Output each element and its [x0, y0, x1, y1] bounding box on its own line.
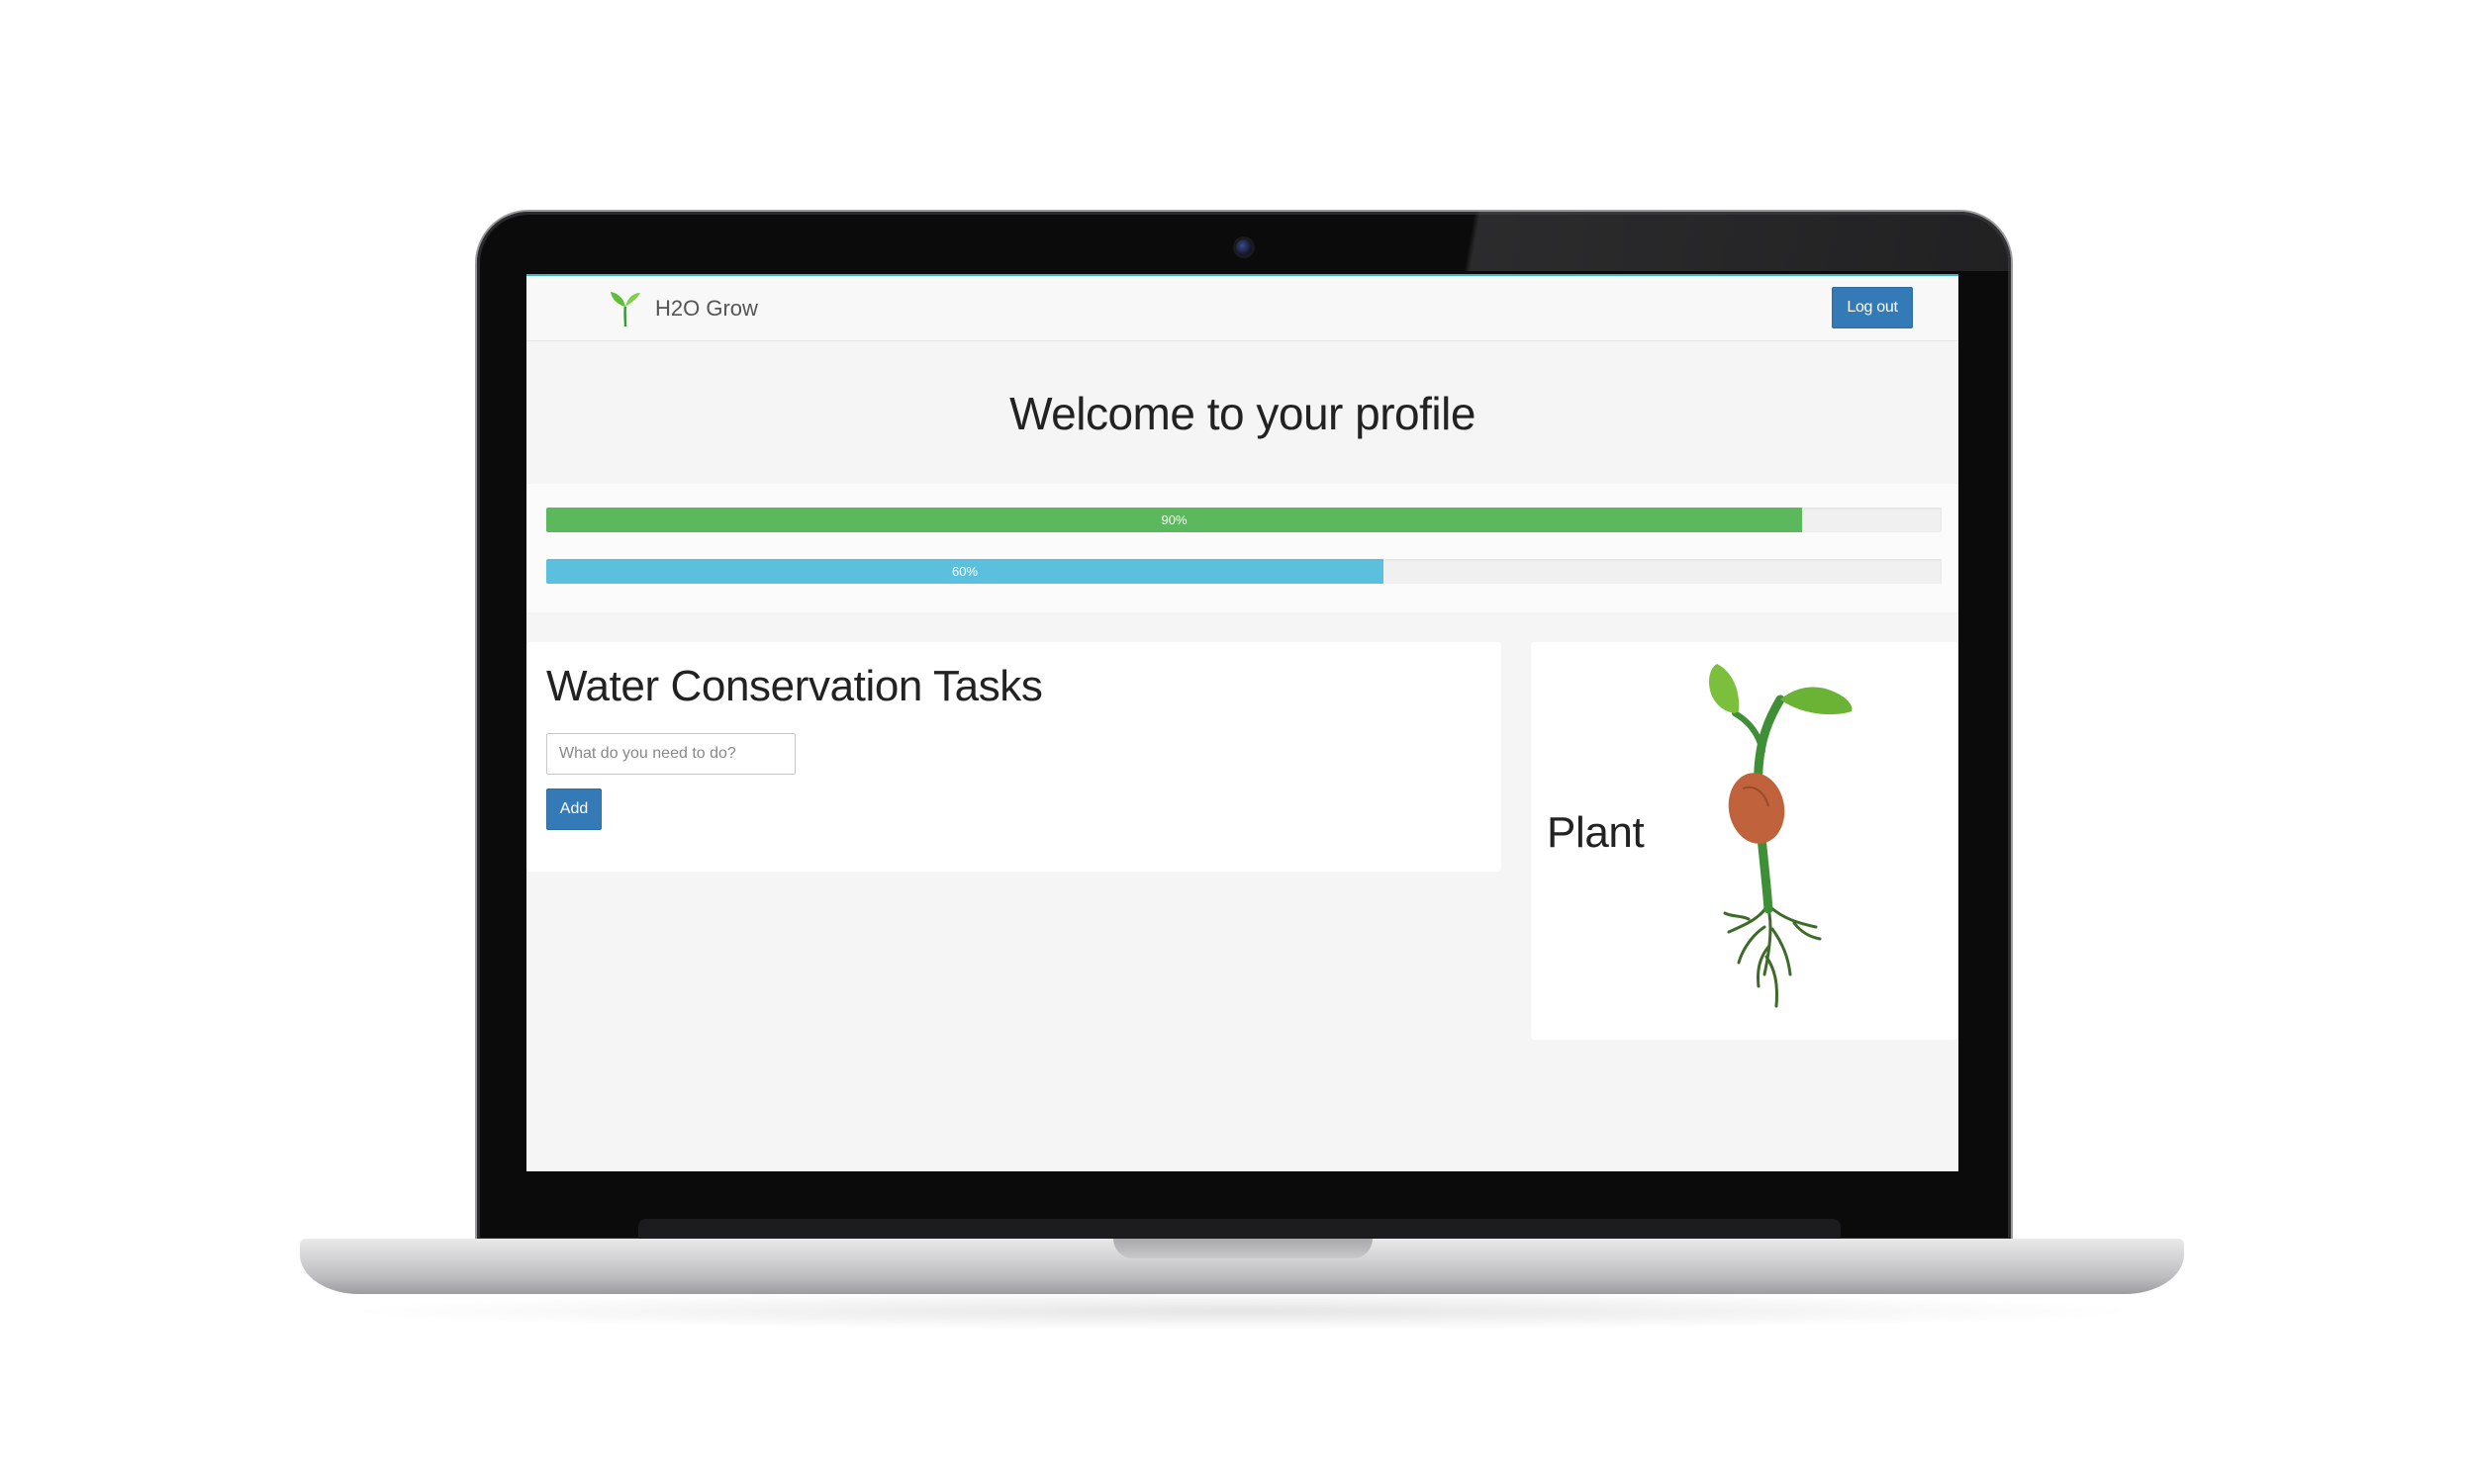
navbar: H2O Grow Log out [526, 276, 1958, 341]
plant-card: Plant [1531, 642, 1958, 1040]
seedling-illustration [1709, 664, 1853, 1008]
lid-glare [1427, 212, 2011, 271]
progress-label-2: 60% [951, 564, 979, 579]
tasks-card: Water Conservation Tasks Add [526, 642, 1501, 872]
progress-track-2: 60% [546, 559, 1942, 584]
progress-bar-1: 90% [546, 508, 1802, 532]
progress-bar-2: 60% [546, 559, 1383, 584]
plant-label: Plant [1547, 808, 1645, 857]
progress-track-1: 90% [546, 508, 1942, 532]
add-task-button[interactable]: Add [546, 788, 602, 830]
webcam-icon [1236, 239, 1252, 255]
brand-name: H2O Grow [655, 296, 758, 321]
tasks-title: Water Conservation Tasks [546, 662, 1043, 710]
browser-screen: H2O Grow Log out Welcome to your profile… [526, 274, 1958, 1171]
logout-button[interactable]: Log out [1832, 287, 1913, 328]
laptop-notch [1113, 1239, 1373, 1258]
laptop-hinge [638, 1219, 1841, 1239]
page-title: Welcome to your profile [1009, 388, 1475, 439]
task-input[interactable] [546, 733, 796, 775]
progress-label-1: 90% [1161, 512, 1188, 527]
laptop-shadow [336, 1291, 2147, 1331]
progress-panel: 90% 60% [526, 484, 1958, 612]
sprout-icon [611, 292, 640, 327]
brand-link[interactable]: H2O Grow [608, 289, 758, 328]
